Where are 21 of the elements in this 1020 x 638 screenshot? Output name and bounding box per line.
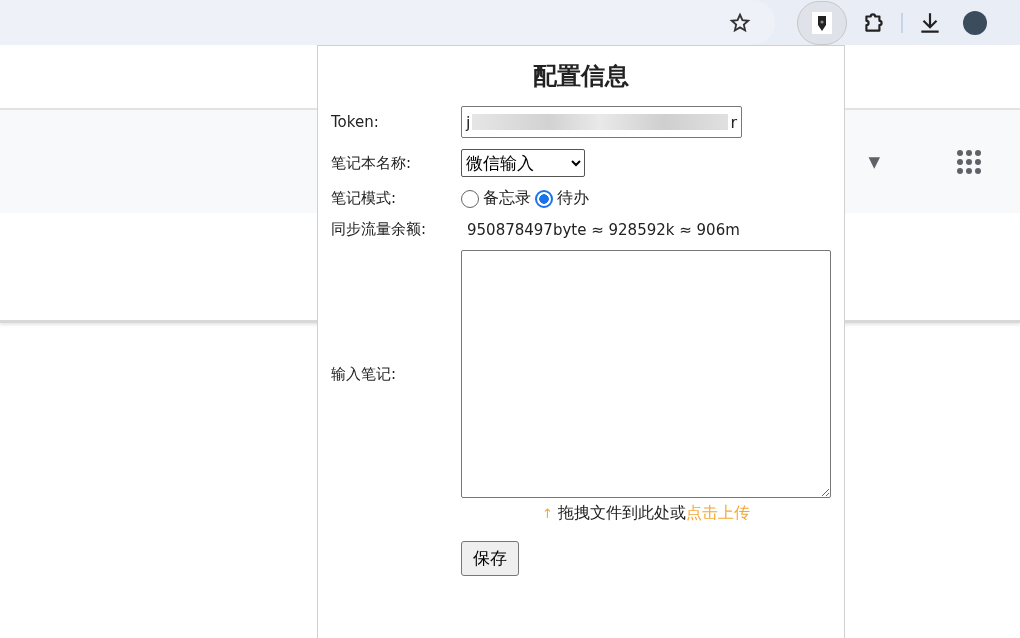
caret-icon[interactable]: ▼ [868, 152, 880, 171]
field-label: 同步流量余额: [331, 220, 428, 239]
star-icon[interactable] [729, 11, 751, 34]
token-field[interactable]: j r [461, 106, 742, 138]
radio-label[interactable]: 待办 [557, 188, 589, 209]
apps-grid-icon[interactable] [956, 148, 982, 175]
radio-button[interactable] [461, 189, 479, 208]
field-label: 笔记本名称: [331, 153, 413, 173]
pen-icon [812, 11, 832, 34]
extension-button[interactable] [797, 0, 847, 45]
quota-value: 950878497byte ≈ 928592k ≈ 906m [466, 220, 741, 239]
field-label: 输入笔记: [331, 364, 398, 384]
radio-label[interactable]: 备忘录 [483, 188, 531, 209]
upload-hint: ↑ 拖拽文件到此处或点击上传 [541, 503, 751, 524]
profile-avatar[interactable] [963, 10, 987, 35]
field-label: 笔记模式: [331, 189, 398, 208]
field-label: Token: [331, 113, 380, 131]
save-button[interactable]: 保存 [461, 541, 519, 576]
radio-button[interactable] [535, 189, 553, 208]
popup-title: 配置信息 [532, 61, 630, 92]
notebook-select[interactable]: 微信输入 [461, 149, 585, 177]
